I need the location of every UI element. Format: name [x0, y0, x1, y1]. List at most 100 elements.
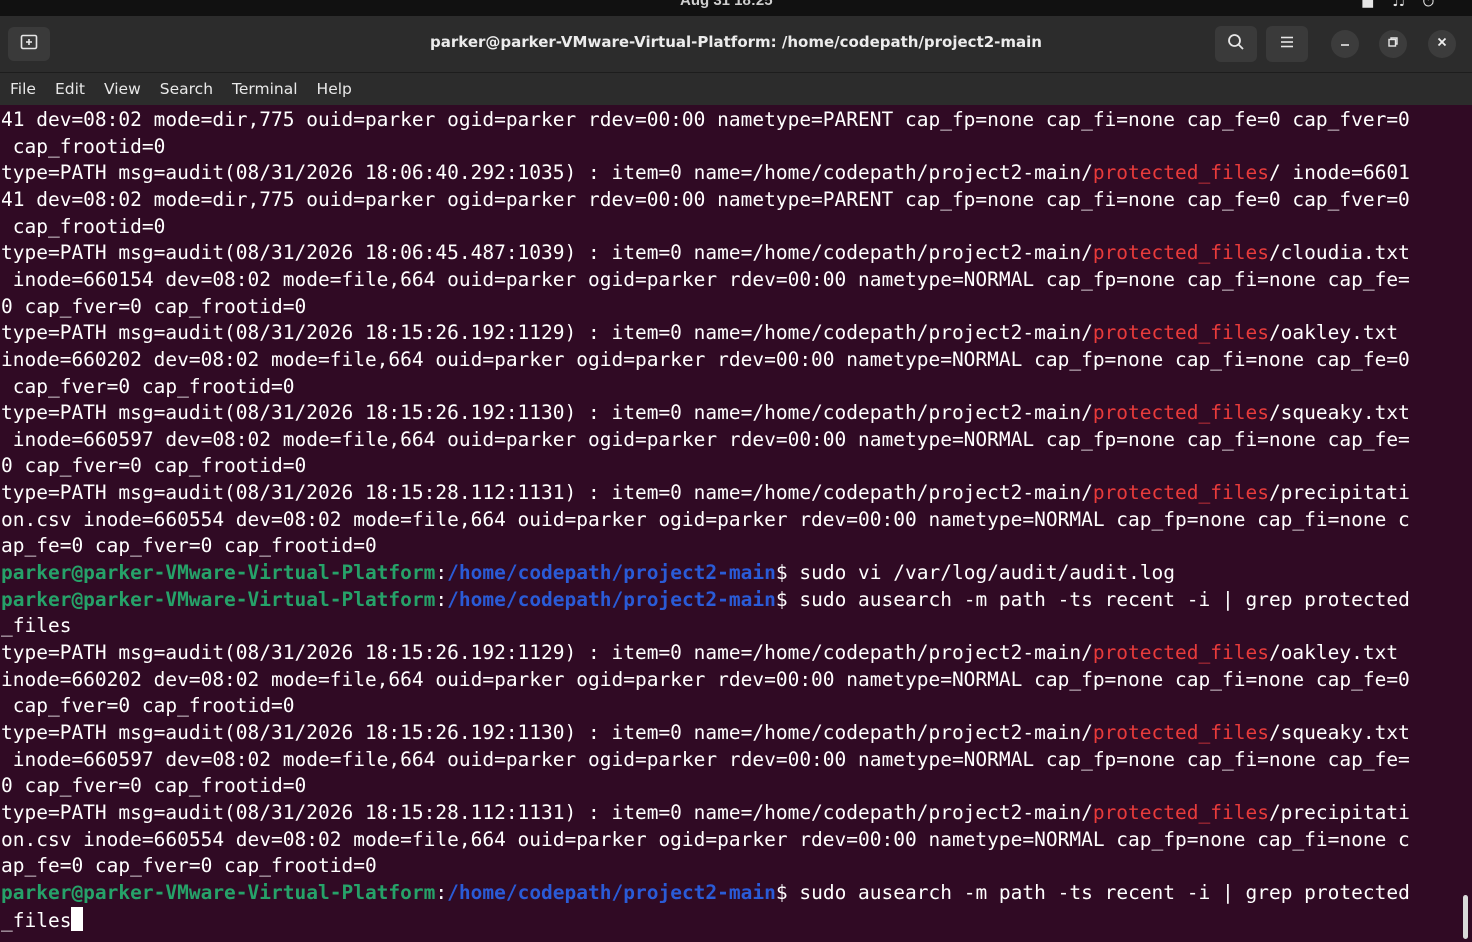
terminal-line: on.csv inode=660554 dev=08:02 mode=file,… — [1, 827, 1410, 853]
terminal-line: inode=660597 dev=08:02 mode=file,664 oui… — [1, 747, 1410, 773]
terminal-cursor — [71, 906, 84, 931]
power-icon[interactable]: ⏻ — [1423, 0, 1452, 10]
menu-file[interactable]: File — [0, 76, 45, 102]
scrollbar-thumb[interactable] — [1463, 895, 1468, 939]
terminal-line: type=PATH msg=audit(08/31/2026 18:15:26.… — [1, 400, 1410, 426]
terminal-line: _files — [1, 906, 84, 933]
close-icon — [1436, 35, 1448, 53]
menu-bar: File Edit View Search Terminal Help — [0, 73, 1472, 105]
terminal-line: 41 dev=08:02 mode=dir,775 ouid=parker og… — [1, 187, 1410, 213]
output-text: type=PATH msg=audit(08/31/2026 18:06:45.… — [1, 241, 1093, 265]
output-text: inode=660202 dev=08:02 mode=file,664 oui… — [1, 347, 1410, 371]
output-text: 41 dev=08:02 mode=dir,775 ouid=parker og… — [1, 108, 1410, 131]
grep-match-highlight: protected_files — [1092, 321, 1269, 345]
output-text: type=PATH msg=audit(08/31/2026 18:15:28.… — [1, 481, 1093, 505]
close-button[interactable] — [1428, 30, 1456, 58]
terminal-line: cap_frootid=0 — [1, 134, 166, 160]
terminal-scrollbar[interactable] — [1460, 105, 1472, 942]
terminal-line: cap_fver=0 cap_frootid=0 — [1, 374, 295, 400]
terminal-line: ap_fe=0 cap_fver=0 cap_frootid=0 — [1, 533, 377, 559]
prompt-user-host: parker@parker-VMware-Virtual-Platform — [1, 880, 436, 904]
output-text: cap_fver=0 cap_frootid=0 — [1, 374, 295, 398]
search-button[interactable] — [1215, 26, 1257, 62]
output-text: /oakley.txt — [1268, 641, 1399, 664]
output-text: 0 cap_fver=0 cap_frootid=0 — [1, 294, 307, 318]
output-text: $ sudo vi /var/log/audit/audit.log — [775, 561, 1176, 585]
output-text: type=PATH msg=audit(08/31/2026 18:15:26.… — [1, 641, 1093, 664]
output-text: type=PATH msg=audit(08/31/2026 18:06:40.… — [1, 161, 1093, 185]
prompt-working-dir: /home/codepath/project2-main — [447, 880, 776, 904]
terminal-line: 0 cap_fver=0 cap_frootid=0 — [1, 294, 306, 320]
terminal-line: inode=660154 dev=08:02 mode=file,664 oui… — [1, 267, 1410, 293]
output-text: /cloudia.txt — [1268, 241, 1410, 265]
terminal-line: parker@parker-VMware-Virtual-Platform:/h… — [1, 880, 1410, 906]
minimize-icon — [1339, 35, 1351, 53]
terminal-line: parker@parker-VMware-Virtual-Platform:/h… — [1, 587, 1410, 613]
prompt-user-host: parker@parker-VMware-Virtual-Platform — [1, 587, 436, 611]
output-text: ap_fe=0 cap_fver=0 cap_frootid=0 — [1, 854, 377, 878]
output-text: 0 cap_fver=0 cap_frootid=0 — [1, 454, 307, 478]
output-text: : — [435, 587, 448, 611]
restore-icon — [1387, 35, 1399, 53]
terminal-line: type=PATH msg=audit(08/31/2026 18:15:28.… — [1, 800, 1410, 826]
output-text: on.csv inode=660554 dev=08:02 mode=file,… — [1, 507, 1410, 531]
hamburger-menu-button[interactable] — [1266, 26, 1308, 62]
prompt-working-dir: /home/codepath/project2-main — [447, 587, 776, 611]
terminal-line: inode=660597 dev=08:02 mode=file,664 oui… — [1, 427, 1410, 453]
system-tray[interactable]: ■♬⏻ — [1361, 0, 1452, 10]
output-text: : — [435, 880, 448, 904]
output-text: cap_frootid=0 — [1, 214, 166, 238]
output-text: ap_fe=0 cap_fver=0 cap_frootid=0 — [1, 534, 377, 558]
terminal-line: type=PATH msg=audit(08/31/2026 18:15:28.… — [1, 480, 1410, 506]
output-text: _files — [1, 908, 72, 932]
output-text: /precipitati — [1268, 800, 1410, 824]
output-text: /squeaky.txt — [1268, 720, 1410, 744]
terminal-line: on.csv inode=660554 dev=08:02 mode=file,… — [1, 507, 1410, 533]
output-text: inode=660597 dev=08:02 mode=file,664 oui… — [1, 427, 1410, 451]
terminal-line: cap_frootid=0 — [1, 214, 166, 240]
output-text: : — [435, 561, 448, 585]
terminal-output[interactable]: 41 dev=08:02 mode=dir,775 ouid=parker og… — [0, 105, 1460, 942]
volume-icon[interactable]: ♬ — [1392, 0, 1423, 10]
grep-match-highlight: protected_files — [1092, 241, 1269, 265]
output-text: on.csv inode=660554 dev=08:02 mode=file,… — [1, 827, 1410, 851]
terminal-line: type=PATH msg=audit(08/31/2026 18:15:26.… — [1, 320, 1398, 346]
output-text: inode=660202 dev=08:02 mode=file,664 oui… — [1, 667, 1410, 691]
terminal-line: type=PATH msg=audit(08/31/2026 18:15:26.… — [1, 640, 1398, 666]
output-text: $ sudo ausearch -m path -ts recent -i | … — [775, 880, 1410, 904]
menu-search[interactable]: Search — [150, 76, 222, 102]
terminal-line: inode=660202 dev=08:02 mode=file,664 oui… — [1, 667, 1410, 693]
output-text: cap_frootid=0 — [1, 134, 166, 158]
network-icon[interactable]: ■ — [1361, 0, 1392, 10]
output-text: /precipitati — [1268, 481, 1410, 505]
output-text: inode=660154 dev=08:02 mode=file,664 oui… — [1, 267, 1410, 291]
output-text: /oakley.txt — [1268, 321, 1399, 345]
output-text: cap_fver=0 cap_frootid=0 — [1, 694, 295, 718]
grep-match-highlight: protected_files — [1092, 720, 1269, 744]
output-text: $ sudo ausearch -m path -ts recent -i | … — [775, 587, 1410, 611]
grep-match-highlight: protected_files — [1092, 641, 1269, 664]
search-icon — [1227, 33, 1245, 56]
terminal-line: _files — [1, 613, 71, 639]
system-clock[interactable]: Aug 31 18:25 — [680, 0, 773, 9]
output-text: _files — [1, 614, 72, 638]
menu-terminal[interactable]: Terminal — [222, 76, 307, 102]
system-top-bar: Aug 31 18:25 ■♬⏻ — [0, 0, 1472, 16]
window-titlebar[interactable]: parker@parker-VMware-Virtual-Platform: /… — [0, 16, 1472, 73]
menu-help[interactable]: Help — [307, 76, 361, 102]
prompt-user-host: parker@parker-VMware-Virtual-Platform — [1, 561, 436, 585]
output-text: 0 cap_fver=0 cap_frootid=0 — [1, 774, 307, 798]
minimize-button[interactable] — [1331, 30, 1359, 58]
grep-match-highlight: protected_files — [1092, 800, 1269, 824]
output-text: inode=660597 dev=08:02 mode=file,664 oui… — [1, 747, 1410, 771]
menu-edit[interactable]: Edit — [45, 76, 94, 102]
menu-view[interactable]: View — [94, 76, 150, 102]
output-text: / inode=6601 — [1268, 161, 1410, 185]
terminal-line: 0 cap_fver=0 cap_frootid=0 — [1, 453, 306, 479]
terminal-line: type=PATH msg=audit(08/31/2026 18:06:45.… — [1, 240, 1410, 266]
output-text: /squeaky.txt — [1268, 401, 1410, 425]
output-text: type=PATH msg=audit(08/31/2026 18:15:26.… — [1, 720, 1093, 744]
maximize-button[interactable] — [1379, 30, 1407, 58]
terminal-line: parker@parker-VMware-Virtual-Platform:/h… — [1, 560, 1175, 586]
prompt-working-dir: /home/codepath/project2-main — [447, 561, 776, 585]
